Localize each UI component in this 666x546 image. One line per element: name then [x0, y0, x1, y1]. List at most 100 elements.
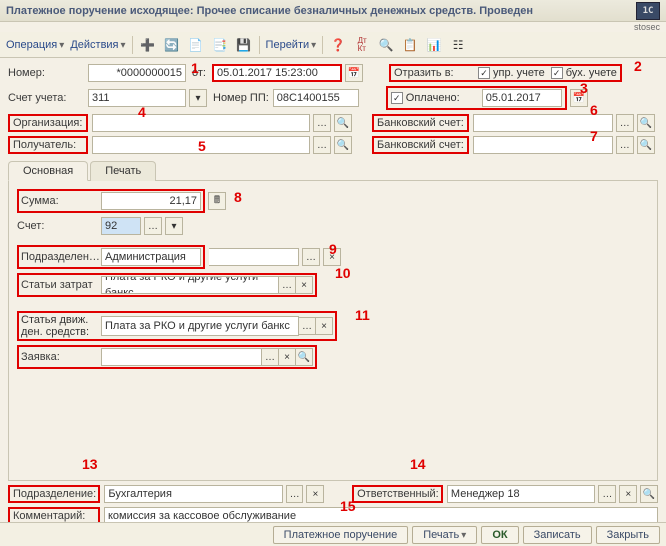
- request-open-icon[interactable]: 🔍: [295, 348, 313, 366]
- dept-clear-icon[interactable]: ×: [323, 248, 341, 266]
- from-label: от:: [192, 67, 206, 79]
- acct-dd-icon[interactable]: ▾: [165, 217, 183, 235]
- sum-label: Сумма:: [21, 195, 101, 207]
- cost-label: Статьи затрат: [21, 279, 101, 291]
- org-label: Организация:: [8, 114, 88, 132]
- bank-open-icon[interactable]: 🔍: [637, 114, 655, 132]
- org-field[interactable]: [92, 114, 310, 132]
- tab-main[interactable]: Основная: [8, 161, 88, 181]
- report1-icon[interactable]: 📋: [399, 35, 421, 55]
- bottom-bar: Платежное поручение Печать ОК Записать З…: [0, 522, 666, 546]
- save-icon[interactable]: 💾: [233, 35, 255, 55]
- calendar-icon[interactable]: 📅: [345, 64, 363, 82]
- bank-label: Банковский счет:: [372, 114, 469, 132]
- bank2-lookup-icon[interactable]: …: [616, 136, 634, 154]
- number-label: Номер:: [8, 67, 84, 79]
- sum-calc-icon[interactable]: 🖩: [208, 192, 226, 210]
- acct-label: Счет:: [17, 220, 97, 232]
- reflect-label: Отразить в:: [394, 67, 464, 79]
- move-field[interactable]: Плата за РКО и другие услуги банкс: [101, 316, 299, 336]
- recipient-field[interactable]: [92, 136, 310, 154]
- resp-label: Ответственный:: [352, 485, 443, 503]
- dt-kt-icon[interactable]: ДтКт: [351, 35, 373, 55]
- bank-lookup-icon[interactable]: …: [616, 114, 634, 132]
- operation-menu[interactable]: Операция: [4, 37, 66, 53]
- cost-clear-icon[interactable]: ×: [295, 276, 313, 294]
- bank-field[interactable]: [473, 114, 613, 132]
- date-field[interactable]: 05.01.2017 15:23:00: [212, 64, 342, 82]
- reflect-acct-checkbox[interactable]: ✓: [551, 67, 563, 79]
- actions-menu[interactable]: Действия: [68, 37, 127, 53]
- move-label-2: ден. средств:: [21, 326, 89, 338]
- resp-field[interactable]: Менеджер 18: [447, 485, 596, 503]
- reflect-acct-label: бух. учете: [566, 67, 617, 79]
- titlebar: Платежное поручение исходящее: Прочее сп…: [0, 0, 666, 22]
- bank2-label: Банковский счет:: [372, 136, 469, 154]
- print-button[interactable]: Печать: [412, 526, 477, 544]
- account-label: Счет учета:: [8, 92, 84, 104]
- doc-icon[interactable]: 📄: [185, 35, 207, 55]
- recipient-lookup-icon[interactable]: …: [313, 136, 331, 154]
- request-field[interactable]: [101, 348, 262, 366]
- report2-icon[interactable]: 📊: [423, 35, 445, 55]
- paid-date-field[interactable]: 05.01.2017: [482, 89, 562, 107]
- request-lookup-icon[interactable]: …: [261, 348, 279, 366]
- brand-text: stosec: [0, 22, 666, 32]
- move-label-1: Статья движ.: [21, 314, 88, 326]
- ok-button[interactable]: ОК: [481, 526, 518, 544]
- resp-open-icon[interactable]: 🔍: [640, 485, 658, 503]
- resp-lookup-icon[interactable]: …: [598, 485, 616, 503]
- add-icon[interactable]: ➕: [137, 35, 159, 55]
- resp-clear-icon[interactable]: ×: [619, 485, 637, 503]
- acct-field[interactable]: 92: [101, 217, 141, 235]
- footer-dept-field[interactable]: Бухгалтерия: [104, 485, 282, 503]
- reflect-mgmt-checkbox[interactable]: ✓: [478, 67, 490, 79]
- tab-strip: Основная Печать: [8, 160, 658, 181]
- paid-group: ✓ Оплачено: 05.01.2017: [386, 86, 567, 110]
- dept-field[interactable]: Администрация: [101, 248, 201, 266]
- goto-menu[interactable]: Перейти: [264, 37, 319, 53]
- tree-icon[interactable]: ☷: [447, 35, 469, 55]
- dept-lookup-icon[interactable]: …: [302, 248, 320, 266]
- move-clear-icon[interactable]: ×: [315, 317, 333, 335]
- toolbar: Операция Действия ➕ 🔄 📄 📑 💾 Перейти ❓ Дт…: [0, 32, 666, 58]
- footer-dept-clear-icon[interactable]: ×: [306, 485, 324, 503]
- copy-doc-icon[interactable]: 📑: [209, 35, 231, 55]
- org-lookup-icon[interactable]: …: [313, 114, 331, 132]
- account-dropdown-icon[interactable]: ▾: [189, 89, 207, 107]
- recipient-open-icon[interactable]: 🔍: [334, 136, 352, 154]
- footer-dept-lookup-icon[interactable]: …: [286, 485, 304, 503]
- account-field[interactable]: 311: [88, 89, 186, 107]
- bank2-open-icon[interactable]: 🔍: [637, 136, 655, 154]
- sum-field[interactable]: 21,17: [101, 192, 201, 210]
- app-logo: 1C: [636, 2, 660, 20]
- recipient-label: Получатель:: [8, 136, 88, 154]
- acct-lookup-icon[interactable]: …: [144, 217, 162, 235]
- save-button[interactable]: Записать: [523, 526, 592, 544]
- payment-order-button[interactable]: Платежное поручение: [273, 526, 409, 544]
- paid-label: Оплачено:: [406, 92, 460, 104]
- close-button[interactable]: Закрыть: [596, 526, 660, 544]
- help-icon[interactable]: ❓: [327, 35, 349, 55]
- number-field[interactable]: *0000000015: [88, 64, 186, 82]
- reflect-mgmt-label: упр. учете: [493, 67, 545, 79]
- reflect-group: Отразить в: ✓ упр. учете ✓ бух. учете: [389, 64, 622, 82]
- paid-checkbox[interactable]: ✓: [391, 92, 403, 104]
- move-lookup-icon[interactable]: …: [298, 317, 316, 335]
- pp-label: Номер ПП:: [213, 92, 269, 104]
- request-label: Заявка:: [21, 351, 101, 363]
- footer-dept-label: Подразделение:: [8, 485, 100, 503]
- refresh-icon[interactable]: 🔄: [161, 35, 183, 55]
- pp-field[interactable]: 08С1400155: [273, 89, 359, 107]
- org-open-icon[interactable]: 🔍: [334, 114, 352, 132]
- cost-field[interactable]: Плата за РКО и другие услуги банкс: [101, 276, 279, 294]
- cost-lookup-icon[interactable]: …: [278, 276, 296, 294]
- tab-print[interactable]: Печать: [90, 161, 156, 181]
- request-clear-icon[interactable]: ×: [278, 348, 296, 366]
- bank2-field[interactable]: [473, 136, 613, 154]
- paid-calendar-icon[interactable]: 📅: [570, 89, 588, 107]
- tab-body: Сумма: 21,17 🖩 Счет: 92 … ▾ Подразделен……: [8, 181, 658, 481]
- dept-label: Подразделен…: [21, 251, 101, 263]
- search-icon[interactable]: 🔍: [375, 35, 397, 55]
- window-title: Платежное поручение исходящее: Прочее сп…: [6, 0, 533, 22]
